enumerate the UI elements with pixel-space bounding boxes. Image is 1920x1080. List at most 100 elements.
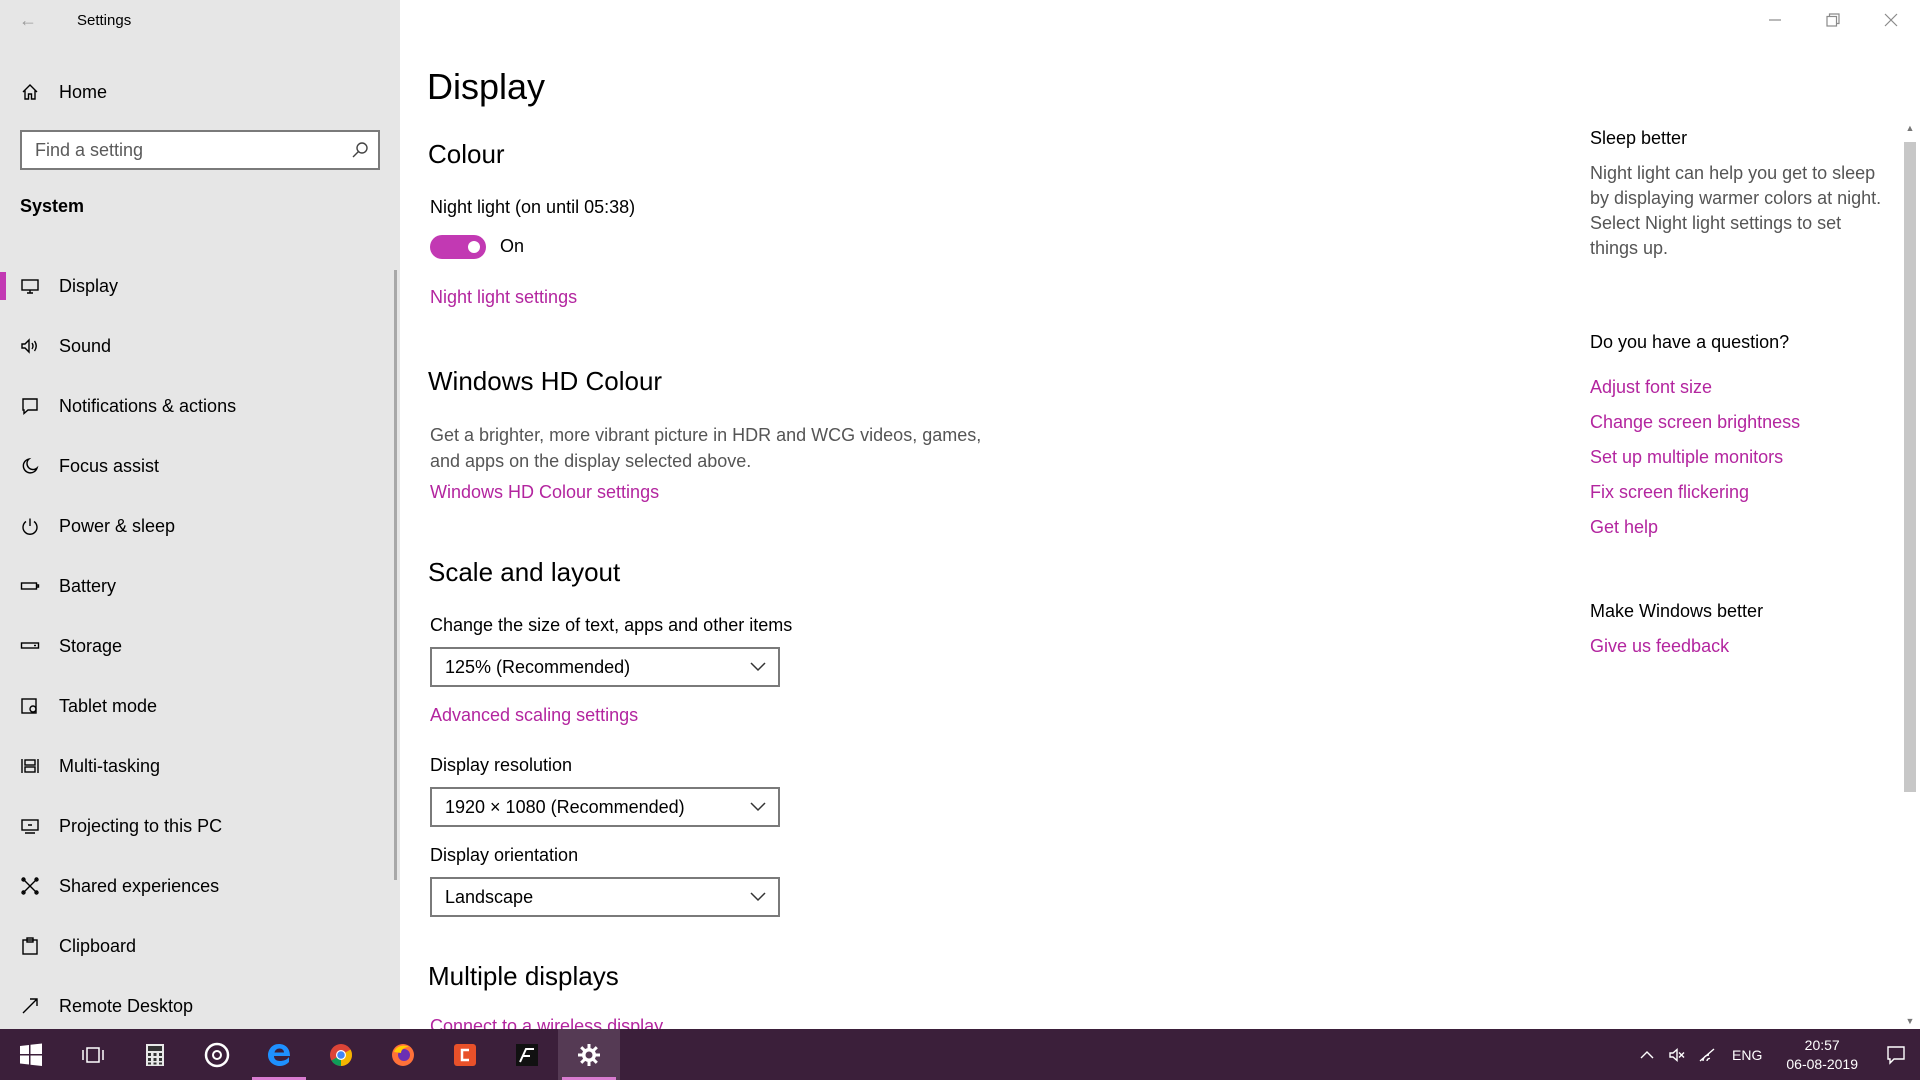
- sidebar-item-power-sleep[interactable]: Power & sleep: [0, 496, 400, 556]
- sidebar-item-notifications[interactable]: Notifications & actions: [0, 376, 400, 436]
- scale-value: 125% (Recommended): [445, 656, 631, 677]
- resolution-dropdown[interactable]: 1920 × 1080 (Recommended): [430, 787, 780, 827]
- question-heading: Do you have a question?: [1590, 332, 1790, 352]
- search-input[interactable]: Find a setting: [20, 130, 380, 170]
- feedback-link[interactable]: Give us feedback: [1590, 636, 1729, 657]
- make-windows-better-heading: Make Windows better: [1590, 601, 1764, 621]
- sidebar-item-label: Projecting to this PC: [59, 815, 223, 836]
- sidebar-item-storage[interactable]: Storage: [0, 616, 400, 676]
- night-light-toggle[interactable]: [430, 235, 486, 259]
- sidebar-item-label: Power & sleep: [59, 515, 176, 536]
- firefox-button[interactable]: [372, 1029, 434, 1080]
- sidebar-item-tablet-mode[interactable]: Tablet mode: [0, 676, 400, 736]
- sidebar-nav: Display Sound Notifications & actions Fo…: [0, 256, 400, 1036]
- change-brightness-link[interactable]: Change screen brightness: [1590, 412, 1800, 433]
- speaker-icon: [19, 335, 41, 357]
- chrome-button[interactable]: [310, 1029, 372, 1080]
- edge-button[interactable]: [248, 1029, 310, 1080]
- app-title: Settings: [77, 11, 132, 29]
- app-f-button[interactable]: [496, 1029, 558, 1080]
- sidebar-item-remote-desktop[interactable]: Remote Desktop: [0, 976, 400, 1036]
- sidebar-item-home[interactable]: Home: [0, 72, 400, 112]
- sidebar-item-display[interactable]: Display: [0, 256, 400, 316]
- sidebar-item-label: Battery: [59, 575, 117, 596]
- adjust-font-size-link[interactable]: Adjust font size: [1590, 377, 1712, 398]
- clock-date: 06-08-2019: [1786, 1055, 1858, 1072]
- app-c-button[interactable]: [434, 1029, 496, 1080]
- input-language[interactable]: ENG: [1722, 1047, 1772, 1063]
- scrollbar-thumb[interactable]: [1904, 142, 1916, 792]
- projecting-icon: [19, 815, 41, 837]
- sidebar: ← Settings Home Find a setting System Di…: [0, 0, 400, 1029]
- resolution-label: Display resolution: [430, 755, 573, 775]
- start-button[interactable]: [0, 1029, 62, 1080]
- advanced-scaling-link[interactable]: Advanced scaling settings: [430, 705, 638, 726]
- sidebar-item-battery[interactable]: Battery: [0, 556, 400, 616]
- sidebar-item-focus-assist[interactable]: Focus assist: [0, 436, 400, 496]
- calculator-button[interactable]: [124, 1029, 186, 1080]
- remote-desktop-icon: [19, 995, 41, 1017]
- connect-wireless-display-link[interactable]: Connect to a wireless display: [430, 1016, 663, 1029]
- get-help-link[interactable]: Get help: [1590, 517, 1658, 538]
- sidebar-item-label: Shared experiences: [59, 875, 220, 896]
- minimize-icon: [1769, 19, 1781, 21]
- sidebar-item-label: Multi-tasking: [59, 755, 161, 776]
- fix-flickering-link[interactable]: Fix screen flickering: [1590, 482, 1749, 503]
- moon-icon: [19, 455, 41, 477]
- night-light-settings-link[interactable]: Night light settings: [430, 287, 577, 308]
- groove-button[interactable]: [186, 1029, 248, 1080]
- sidebar-item-label: Focus assist: [59, 455, 160, 476]
- show-hidden-icons-button[interactable]: [1632, 1029, 1662, 1080]
- shared-icon: [19, 875, 41, 897]
- section-heading: System: [20, 196, 85, 216]
- sidebar-item-projecting[interactable]: Projecting to this PC: [0, 796, 400, 856]
- clock-time: 20:57: [1804, 1036, 1840, 1053]
- content-scrollbar[interactable]: ▲ ▼: [1900, 120, 1920, 1029]
- battery-icon: [19, 575, 41, 597]
- sidebar-item-shared-experiences[interactable]: Shared experiences: [0, 856, 400, 916]
- search-icon[interactable]: [342, 132, 378, 168]
- close-button[interactable]: [1862, 0, 1920, 40]
- toggle-knob: [468, 241, 480, 253]
- app-f-icon: [516, 1043, 538, 1066]
- hd-colour-heading: Windows HD Colour: [428, 366, 663, 396]
- scroll-down-icon[interactable]: ▼: [1904, 1015, 1916, 1027]
- hd-colour-description: Get a brighter, more vibrant picture in …: [430, 425, 982, 471]
- sidebar-item-sound[interactable]: Sound: [0, 316, 400, 376]
- app-c-icon: [454, 1043, 476, 1066]
- chevron-down-icon: [738, 802, 778, 812]
- clock[interactable]: 20:57 06-08-2019: [1772, 1036, 1872, 1074]
- storage-icon: [19, 635, 41, 657]
- minimize-button[interactable]: [1746, 0, 1804, 40]
- sidebar-item-multitasking[interactable]: Multi-tasking: [0, 736, 400, 796]
- toggle-state-label: On: [500, 236, 525, 256]
- settings-icon: [578, 1043, 600, 1066]
- restore-button[interactable]: [1804, 0, 1862, 40]
- multitasking-icon: [19, 755, 41, 777]
- home-icon: [19, 81, 41, 103]
- back-arrow-icon: ←: [19, 9, 37, 30]
- task-view-button[interactable]: [62, 1029, 124, 1080]
- sidebar-scrollbar[interactable]: [394, 270, 397, 880]
- notification-icon: [1887, 1045, 1905, 1065]
- chevron-down-icon: [738, 892, 778, 902]
- calculator-icon: [146, 1043, 164, 1066]
- scale-dropdown[interactable]: 125% (Recommended): [430, 647, 780, 687]
- multiple-displays-heading: Multiple displays: [428, 961, 619, 991]
- tablet-icon: [19, 695, 41, 717]
- volume-button[interactable]: [1662, 1029, 1692, 1080]
- multiple-monitors-link[interactable]: Set up multiple monitors: [1590, 447, 1783, 468]
- firefox-icon: [392, 1043, 414, 1066]
- clipboard-icon: [19, 935, 41, 957]
- orientation-dropdown[interactable]: Landscape: [430, 877, 780, 917]
- hd-colour-settings-link[interactable]: Windows HD Colour settings: [430, 482, 659, 503]
- sidebar-item-clipboard[interactable]: Clipboard: [0, 916, 400, 976]
- sleep-better-heading: Sleep better: [1590, 128, 1688, 148]
- task-view-icon: [82, 1046, 104, 1063]
- action-center-button[interactable]: [1872, 1029, 1920, 1080]
- settings-button[interactable]: [558, 1029, 620, 1080]
- main-content: Display Colour Night light (on until 05:…: [400, 0, 1920, 1029]
- network-button[interactable]: [1692, 1029, 1722, 1080]
- back-button[interactable]: ←: [0, 0, 56, 40]
- scroll-up-icon[interactable]: ▲: [1904, 122, 1916, 134]
